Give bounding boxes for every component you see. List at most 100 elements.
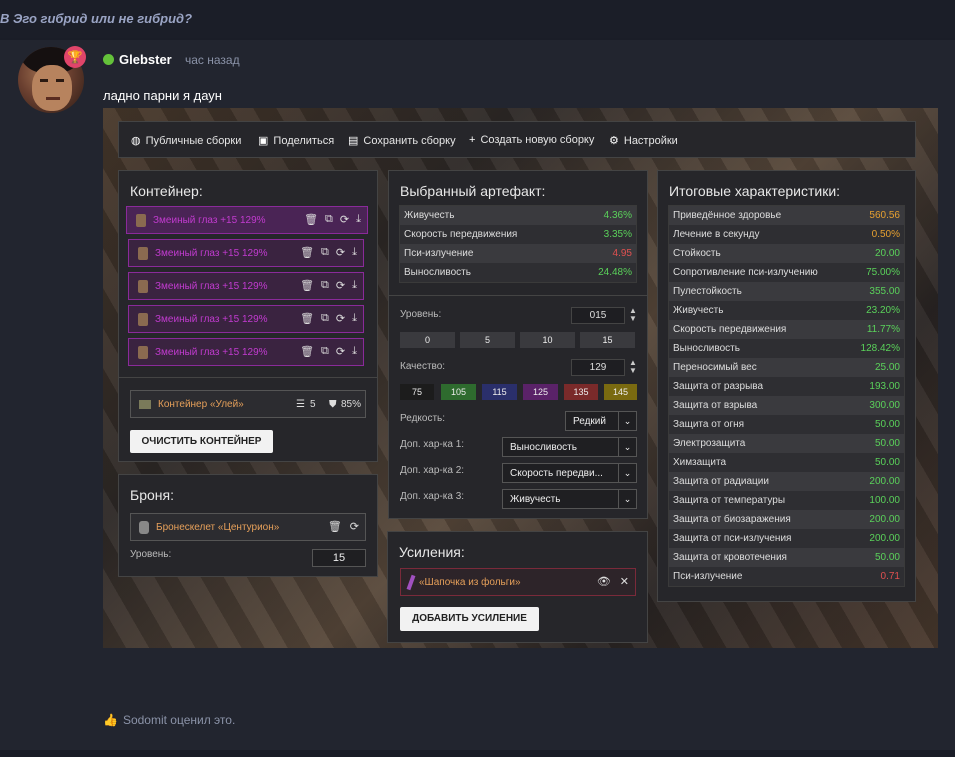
quality-preset-button[interactable]: 145 [604,384,637,400]
download-icon[interactable]: ⤓ [352,279,357,292]
download-icon[interactable]: ⤓ [352,312,357,325]
level-preset-button[interactable]: 15 [580,332,635,348]
artifact-slot-label: Змеиный глаз +15 129% [155,314,268,325]
stat-name: Живучесть [673,305,724,316]
stat-row: Пси-излучение 4.95 [400,244,636,263]
level-preset-button[interactable]: 0 [400,332,455,348]
trash-icon[interactable]: 🗑 [300,312,314,325]
add-boost-button[interactable]: ДОБАВИТЬ УСИЛЕНИЕ [400,607,539,631]
level-preset-button[interactable]: 5 [460,332,515,348]
extra-stat-1-label: Доп. хар-ка 1: [400,439,465,450]
share-button[interactable]: ▣ Поделиться [258,134,334,148]
shield-icon: ⛊ [329,399,337,410]
stat-value: 4.95 [612,248,632,259]
reaction-text[interactable]: Sodomit оценил это. [123,713,235,727]
refresh-icon[interactable]: ⟳ [340,213,349,226]
new-build-button[interactable]: + Создать новую сборку [469,134,594,146]
stat-value: 50.00 [874,552,900,563]
artifact-icon [138,247,148,260]
quality-preset-button[interactable]: 105 [441,384,476,400]
boost-icon [406,574,416,591]
artifact-quality-label: Качество: [400,361,446,372]
refresh-icon[interactable]: ⟳ [350,520,359,533]
armor-level-input[interactable]: 15 [312,549,366,567]
toolbar-label: Настройки [623,134,678,147]
extra-stat-1-select[interactable]: Выносливость ⌄ [502,437,637,457]
armor-level-label: Уровень: [130,549,172,560]
artifact-icon [138,313,148,326]
container-item[interactable]: Контейнер «Улей» ☰ 5 ⛊ 85% [130,390,366,418]
thread-header: В Эго гибрид или не гибрид? [0,0,955,38]
extra-stat-3-select[interactable]: Живучесть ⌄ [502,489,637,509]
artifact-icon [138,280,148,293]
toolbar-label: Сохранить сборку [363,134,456,147]
copy-icon[interactable]: ⧉ [321,312,329,325]
artifact-slot-label: Змеиный глаз +15 129% [155,281,268,292]
public-builds-button[interactable]: ◍ Публичные сборки [131,134,241,148]
rarity-value: Редкий [573,416,606,427]
gear-icon: ⚙ [609,135,619,147]
quality-preset-button[interactable]: 125 [523,384,558,400]
stat-row: Защита от разрыва 193.00 [669,377,904,396]
boost-item[interactable]: «Шапочка из фольги» 👁 ✕ [400,568,636,596]
stat-value: 75.00% [866,267,900,278]
trash-icon[interactable]: 🗑 [300,345,314,358]
stat-row: Электрозащита 50.00 [669,434,904,453]
stat-row: Пулестойкость 355.00 [669,282,904,301]
totals-stats-table: Приведённое здоровье 560.56 Лечение в секу… [668,205,905,587]
artifact-slot[interactable]: Змеиный глаз +15 129% 🗑 ⧉ ⟳ ⤓ [128,272,364,300]
clear-container-button[interactable]: ОЧИСТИТЬ КОНТЕЙНЕР [130,430,273,453]
stat-row: Приведённое здоровье 560.56 [669,206,904,225]
level-spinner-icon[interactable]: ▲ ▼ [629,307,637,323]
quality-preset-button[interactable]: 75 [400,384,434,400]
refresh-icon[interactable]: ⟳ [336,345,345,358]
download-icon[interactable]: ⤓ [352,345,357,358]
chevron-down-icon: ⌄ [618,438,636,456]
artifact-slot[interactable]: Змеиный глаз +15 129% 🗑 ⧉ ⟳ ⤓ [128,338,364,366]
post-time[interactable]: час назад [185,53,240,67]
level-preset-button[interactable]: 10 [520,332,575,348]
toolbar-label: Создать новую сборку [480,134,595,146]
eye-icon[interactable]: 👁 [597,575,611,588]
artifact-slot[interactable]: Змеиный глаз +15 129% 🗑 ⧉ ⟳ ⤓ [126,206,368,234]
quality-preset-button[interactable]: 135 [564,384,598,400]
stat-row: Живучесть 23.20% [669,301,904,320]
rarity-select[interactable]: Редкий ⌄ [565,411,637,431]
refresh-icon[interactable]: ⟳ [336,312,345,325]
extra-stat-2-value: Скорость передви... [510,468,603,479]
copy-icon[interactable]: ⧉ [321,345,329,358]
username[interactable]: Glebster [119,52,172,67]
artifact-slot[interactable]: Змеиный глаз +15 129% 🗑 ⧉ ⟳ ⤓ [128,305,364,333]
trash-icon[interactable]: 🗑 [300,246,314,259]
refresh-icon[interactable]: ⟳ [336,246,345,259]
extra-stat-2-select[interactable]: Скорость передви... ⌄ [502,463,637,483]
refresh-icon[interactable]: ⟳ [336,279,345,292]
settings-button[interactable]: ⚙ Настройки [609,134,678,148]
copy-icon[interactable]: ⧉ [325,213,333,226]
artifact-quality-input[interactable]: 129 [571,359,625,376]
stat-name: Приведённое здоровье [673,210,782,221]
stat-row: Выносливость 128.42% [669,339,904,358]
stat-value: 11.77% [866,324,900,335]
thread-title[interactable]: В Эго гибрид или не гибрид? [0,11,192,26]
download-icon[interactable]: ⤓ [356,213,361,226]
rarity-label: Редкость: [400,413,446,424]
stat-value: 560.56 [869,210,900,221]
quality-spinner-icon[interactable]: ▲ ▼ [629,359,637,375]
quality-preset-button[interactable]: 115 [482,384,517,400]
trash-icon[interactable]: 🗑 [300,279,314,292]
stat-value: 193.00 [869,381,900,392]
copy-icon[interactable]: ⧉ [321,279,329,292]
artifact-slot[interactable]: Змеиный глаз +15 129% 🗑 ⧉ ⟳ ⤓ [128,239,364,267]
download-icon[interactable]: ⤓ [352,246,357,259]
artifact-level-input[interactable]: 015 [571,307,625,324]
stat-row: Пси-излучение 0.71 [669,567,904,586]
save-build-button[interactable]: ▤ Сохранить сборку [348,134,456,148]
armor-item[interactable]: Бронескелет «Центурион» 🗑 ⟳ [130,513,366,541]
artifact-slot-label: Змеиный глаз +15 129% [153,215,266,226]
copy-icon[interactable]: ⧉ [321,246,329,259]
close-icon[interactable]: ✕ [620,575,629,588]
trash-icon[interactable]: 🗑 [304,213,318,226]
totals-title: Итоговые характеристики: [669,183,841,199]
trash-icon[interactable]: 🗑 [328,520,342,533]
